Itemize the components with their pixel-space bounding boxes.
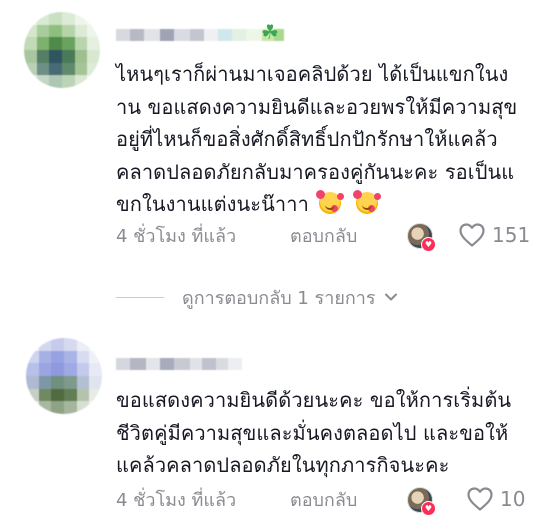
- like-count: 151: [492, 223, 531, 247]
- reply-button[interactable]: ตอบกลับ: [290, 485, 357, 514]
- four-leaf-clover-icon: ☘: [261, 20, 279, 44]
- commenter-username[interactable]: [116, 27, 284, 43]
- comment-text-line: ขอแสดงความยินดีด้วยนะคะ ขอให้การเริ่มต้น: [116, 388, 512, 412]
- comment-text-line: แคล้วคลาดปลอดภัยในทุกภารกิจนะคะ: [116, 453, 450, 477]
- comment-meta: 4 ชั่วโมง ที่แล้ว ตอบกลับ: [116, 222, 357, 248]
- comment-text-line-last: ขกในงานแต่งนะน๊าาา: [116, 188, 556, 221]
- comment-timestamp: 4 ชั่วโมง ที่แล้ว: [116, 225, 237, 247]
- divider: [116, 296, 164, 298]
- comment-text-line: คลาดปลอดภัยกลับมาครองคู่กันนะคะ รอเป็นแ: [116, 159, 515, 184]
- comment-meta: 4 ชั่วโมง ที่แล้ว ตอบกลับ: [116, 486, 357, 512]
- smiling-face-with-hearts-icon: [352, 190, 378, 214]
- heart-icon: ♥: [421, 501, 436, 516]
- comment-text: ขอแสดงความยินดีด้วยนะคะ ขอให้การเริ่มต้น…: [116, 384, 556, 482]
- like-button[interactable]: 151: [458, 222, 530, 248]
- view-replies-button[interactable]: ดูการตอบกลับ 1 รายการ: [116, 284, 436, 310]
- comment-text-line: ชีวิตคู่มีความสุขและมั่นคงตลอดไป และขอให…: [116, 420, 509, 445]
- comment-text: ไหนๆเราก็ผ่านมาเจอคลิปด้วย ได้เป็นแขกในง…: [116, 58, 556, 221]
- comment-text-line: อยู่ที่ไหนก็ขอสิ่งศักดิ์สิทธิ์ปกปักรักษา…: [116, 127, 498, 151]
- heart-outline-icon: [467, 487, 493, 511]
- commenter-avatar[interactable]: [26, 338, 102, 414]
- smiling-face-with-hearts-icon: [316, 190, 342, 214]
- view-replies-label: ดูการตอบกลับ 1 รายการ: [182, 287, 376, 309]
- chevron-down-icon: [384, 292, 398, 302]
- comment-text-line: ไหนๆเราก็ผ่านมาเจอคลิปด้วย ได้เป็นแขกในง: [116, 62, 509, 86]
- commenter-avatar[interactable]: [24, 12, 100, 88]
- comment-timestamp: 4 ชั่วโมง ที่แล้ว: [116, 489, 237, 511]
- like-count: 10: [500, 487, 526, 511]
- like-button[interactable]: 10: [466, 486, 525, 512]
- commenter-username[interactable]: [116, 356, 242, 372]
- reply-button[interactable]: ตอบกลับ: [290, 221, 357, 250]
- heart-icon: ♥: [421, 237, 436, 252]
- comment-text-line: าน ขอแสดงความยินดีและอวยพรให้มีความสุข: [116, 94, 518, 119]
- heart-outline-icon: [459, 223, 485, 247]
- creator-liked-badge: ♥: [407, 223, 436, 252]
- creator-liked-badge: ♥: [407, 487, 436, 516]
- comment-text-line: ขกในงานแต่งนะน๊าาา: [116, 192, 309, 216]
